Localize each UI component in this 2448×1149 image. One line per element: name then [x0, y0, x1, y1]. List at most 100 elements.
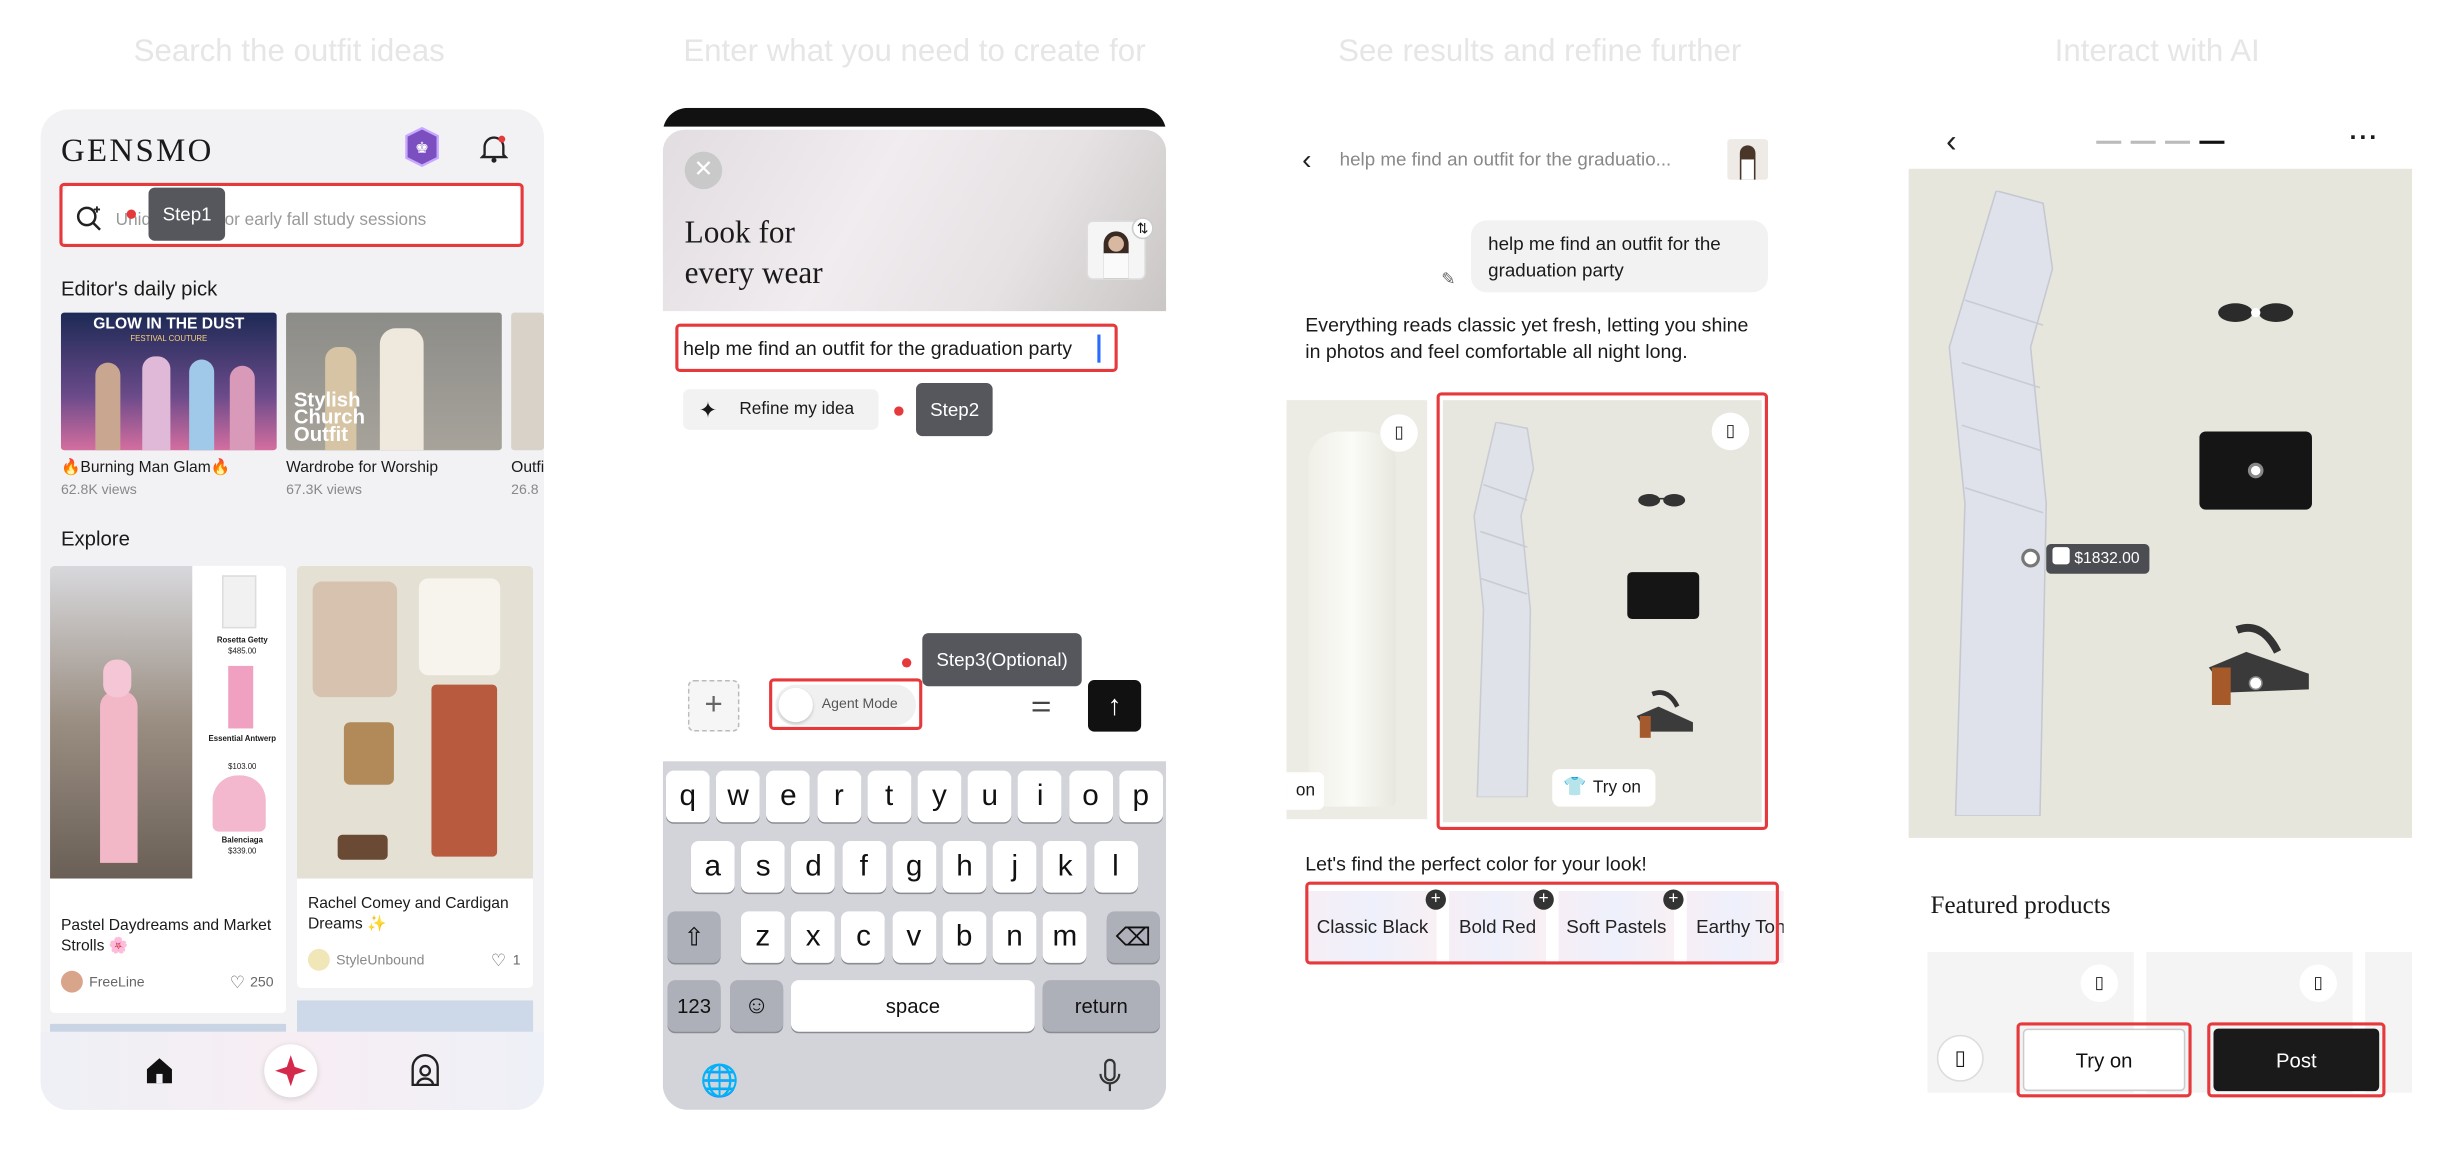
- editors-pick-title: Editor's daily pick: [60, 276, 218, 301]
- pick-image-1[interactable]: GLOW IN THE DUST FESTIVAL COUTURE: [60, 312, 277, 451]
- key-b[interactable]: b: [942, 911, 987, 963]
- explore-card-2-likes: 1: [512, 951, 521, 968]
- backspace-key[interactable]: ⌫: [1106, 911, 1160, 963]
- caption-step1: Search the outfit ideas: [133, 34, 445, 69]
- microphone-icon[interactable]: [1097, 1058, 1122, 1096]
- step1-dot: [126, 209, 136, 219]
- key-p[interactable]: p: [1118, 770, 1163, 823]
- key-l[interactable]: l: [1093, 841, 1138, 893]
- tag-icon: [2052, 547, 2070, 565]
- explore-card-1-title: Pastel Daydreams and Market Strolls 🌸: [60, 917, 272, 956]
- bell-icon[interactable]: [479, 133, 509, 164]
- product-1-price: $485.00: [228, 647, 257, 657]
- color-prompt: Let's find the perfect color for your lo…: [1305, 853, 1647, 876]
- key-f[interactable]: f: [841, 841, 886, 893]
- try-on-prev-label[interactable]: on: [1286, 772, 1325, 810]
- product-2-brand: Essential Antwerp: [208, 734, 277, 745]
- sheet-title-line1: Look for: [684, 215, 795, 251]
- price-tag-value: $1832.00: [2074, 550, 2140, 568]
- pick-image-1-title: GLOW IN THE DUST: [93, 315, 245, 333]
- heart-icon[interactable]: ♡: [230, 972, 245, 993]
- explore-card-1-likes: 250: [250, 973, 274, 990]
- page-indicator: [2096, 140, 2225, 144]
- bookmark-icon[interactable]: ▯: [2080, 964, 2119, 1003]
- key-y[interactable]: y: [917, 770, 962, 823]
- caption-step3: See results and refine further: [1338, 34, 1742, 69]
- key-t[interactable]: t: [867, 770, 912, 823]
- key-s[interactable]: s: [741, 841, 786, 893]
- profile-icon[interactable]: [408, 1053, 442, 1088]
- key-a[interactable]: a: [690, 841, 735, 893]
- sandal-image: [2199, 614, 2318, 708]
- bookmark-icon[interactable]: ▯: [1936, 1034, 1984, 1082]
- sheet-backdrop: [662, 107, 1167, 127]
- swap-icon[interactable]: ⇅: [1131, 217, 1154, 240]
- key-v[interactable]: v: [891, 911, 936, 963]
- key-u[interactable]: u: [967, 770, 1012, 823]
- heart-icon[interactable]: ♡: [491, 950, 506, 971]
- key-q[interactable]: q: [665, 770, 710, 823]
- key-w[interactable]: w: [716, 770, 761, 823]
- return-key[interactable]: return: [1042, 980, 1160, 1032]
- svg-text:♚: ♚: [415, 138, 429, 157]
- edit-icon[interactable]: ✎: [1441, 269, 1455, 289]
- key-k[interactable]: k: [1043, 841, 1088, 893]
- add-attachment-button[interactable]: +: [687, 679, 740, 732]
- step1-tooltip: Step1: [148, 187, 226, 241]
- key-g[interactable]: g: [892, 841, 937, 893]
- detail-screen: ‹ ··· $1832.00 Featured products ▯ ▯ ▯ T…: [1908, 113, 2413, 1098]
- explore-card-2[interactable]: Rachel Comey and Cardigan Dreams ✨ Style…: [297, 565, 534, 988]
- send-button[interactable]: ↑: [1087, 679, 1142, 732]
- bookmark-icon[interactable]: ▯: [1380, 414, 1418, 452]
- shift-key[interactable]: ⇧: [667, 911, 721, 963]
- space-key[interactable]: space: [790, 980, 1035, 1032]
- globe-icon[interactable]: 🌐: [700, 1061, 739, 1100]
- key-n[interactable]: n: [992, 911, 1037, 963]
- back-chevron-icon[interactable]: ‹: [1946, 125, 1956, 161]
- badge-icon[interactable]: ♚: [400, 125, 444, 169]
- explore-card-2-photo: [297, 565, 534, 879]
- highlight-agent-mode: [769, 678, 923, 731]
- close-icon[interactable]: ✕: [684, 151, 723, 190]
- pick-1-title[interactable]: 🔥Burning Man Glam🔥: [61, 460, 230, 477]
- sparkle-icon: ✦: [698, 397, 718, 423]
- back-chevron-icon[interactable]: ‹: [1302, 144, 1311, 177]
- key-m[interactable]: m: [1042, 911, 1087, 963]
- pick-image-3[interactable]: [511, 312, 544, 451]
- dress-image: [1934, 189, 2075, 817]
- emoji-key[interactable]: ☺: [730, 980, 784, 1032]
- caption-step4: Interact with AI: [2054, 34, 2260, 69]
- pick-2-title[interactable]: Wardrobe for Worship: [286, 460, 438, 477]
- key-x[interactable]: x: [791, 911, 836, 963]
- key-j[interactable]: j: [992, 841, 1037, 893]
- refine-button[interactable]: ✦ Refine my idea: [683, 389, 879, 430]
- numbers-key[interactable]: 123: [667, 980, 721, 1032]
- explore-card-1[interactable]: Rosetta Getty $485.00 Essential Antwerp …: [50, 565, 287, 1013]
- key-i[interactable]: i: [1018, 770, 1063, 823]
- avatar: [60, 970, 83, 993]
- pick-image-1-subtitle: FESTIVAL COUTURE: [130, 334, 208, 344]
- avatar[interactable]: [1727, 139, 1768, 180]
- key-c[interactable]: c: [841, 911, 886, 963]
- key-r[interactable]: r: [816, 770, 861, 823]
- create-button[interactable]: [264, 1044, 318, 1098]
- key-e[interactable]: e: [766, 770, 811, 823]
- outfit-image[interactable]: $1832.00: [1908, 168, 2413, 838]
- more-icon[interactable]: ···: [2349, 125, 2379, 153]
- key-d[interactable]: d: [791, 841, 836, 893]
- product-3-brand: Balenciaga: [221, 836, 263, 846]
- settings-sliders-icon[interactable]: ⚌: [1022, 689, 1060, 727]
- hotspot-dot[interactable]: [2021, 548, 2040, 568]
- key-z[interactable]: z: [740, 911, 785, 963]
- bookmark-icon[interactable]: ▯: [2299, 964, 2337, 1003]
- pick-image-2-title: Stylish Church Outfit: [293, 387, 366, 446]
- price-tag[interactable]: $1832.00: [2046, 543, 2149, 574]
- results-screen: ‹ help me find an outfit for the graduat…: [1286, 125, 1784, 969]
- outfit-card-prev[interactable]: ▯ on: [1286, 400, 1428, 820]
- pick-image-2[interactable]: Stylish Church Outfit: [286, 312, 502, 451]
- key-h[interactable]: h: [942, 841, 987, 893]
- key-o[interactable]: o: [1068, 770, 1113, 823]
- pick-3-title[interactable]: Outfi: [511, 460, 544, 477]
- home-icon[interactable]: [144, 1055, 175, 1086]
- highlight-try-on: [2016, 1022, 2192, 1098]
